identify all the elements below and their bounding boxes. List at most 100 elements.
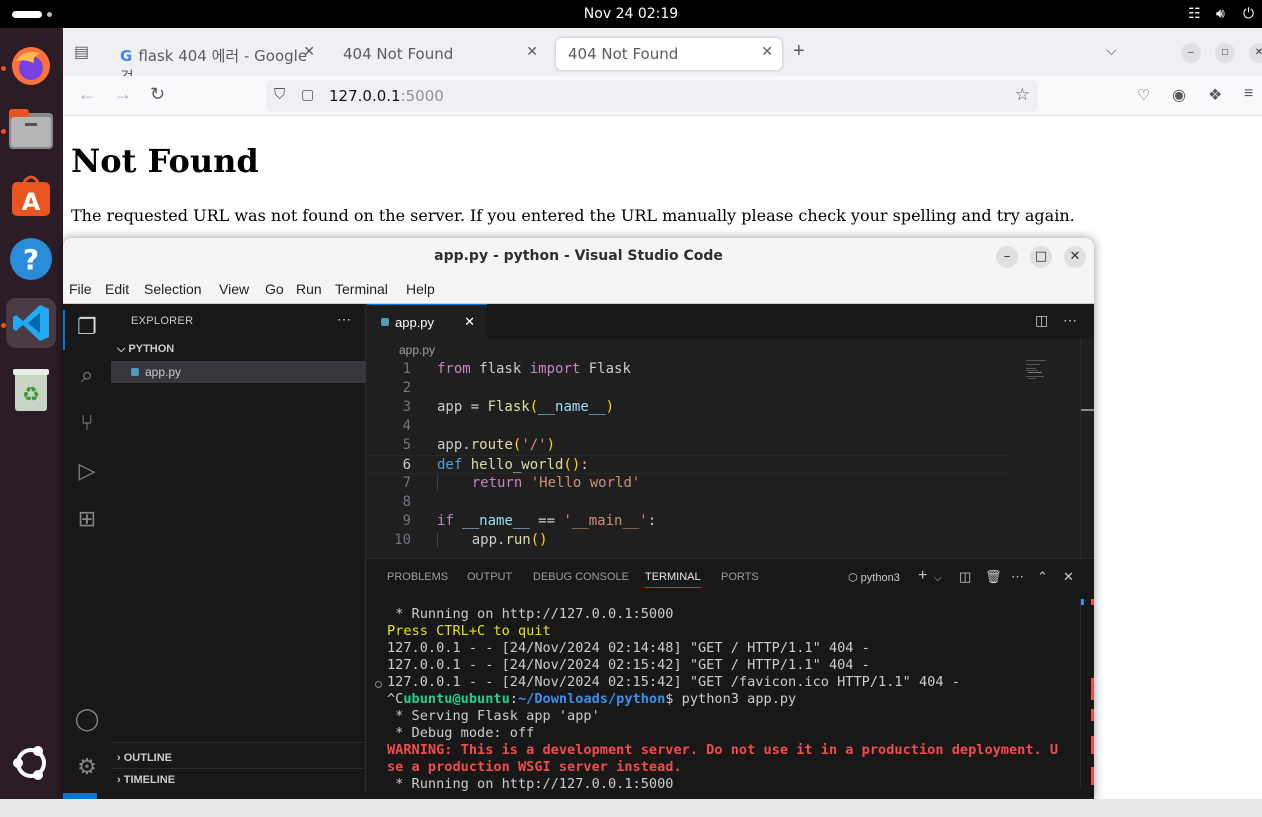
editor-tab-app-py[interactable]: app.py ✕ [367, 304, 487, 339]
manage-gear-icon[interactable]: ⚙ [73, 754, 101, 782]
clock[interactable]: Nov 24 02:19 [0, 6, 1262, 22]
tab-strip: ▤ Gflask 404 에러 - Google 검 ✕ 404 Not Fou… [63, 28, 1262, 86]
chevron-down-icon[interactable]: ⌵ [934, 573, 942, 584]
help-icon[interactable]: ? [6, 234, 56, 284]
maximize-panel-icon[interactable]: ⌃ [1037, 569, 1048, 585]
tab-debug-console[interactable]: DEBUG CONSOLE [533, 571, 629, 583]
menu-help[interactable]: Help [406, 281, 435, 297]
tab-google-search[interactable]: Gflask 404 에러 - Google 검 ✕ [108, 38, 324, 86]
search-icon[interactable]: ⌕ [73, 362, 101, 390]
prompt-sep: : [509, 691, 518, 707]
code-line: 3 app = Flask(__name__) [367, 398, 1007, 417]
url-text[interactable]: 127.0.0.1:5000 [329, 87, 444, 105]
breadcrumb[interactable]: app.py [383, 343, 435, 357]
tab-404-active[interactable]: 404 Not Found ✕ [556, 38, 782, 70]
pocket-icon[interactable]: ♡ [1137, 86, 1150, 104]
account-icon[interactable]: ◉ [1172, 85, 1186, 105]
more-actions-icon[interactable]: ⋯ [1063, 312, 1077, 329]
minimize-button[interactable]: – [996, 246, 1018, 268]
reload-icon[interactable]: ↻ [150, 84, 165, 105]
menu-file[interactable]: File [69, 281, 92, 297]
tab-problems[interactable]: PROBLEMS [387, 571, 448, 583]
close-tab-icon[interactable]: ✕ [526, 44, 538, 60]
source-control-icon[interactable]: ⑂ [73, 410, 101, 438]
file-app-py[interactable]: app.py [111, 361, 366, 383]
extensions-icon[interactable]: ⊞ [73, 506, 101, 534]
power-icon[interactable]: ⏻ [1243, 5, 1254, 22]
split-terminal-icon[interactable]: ◫ [959, 569, 971, 585]
menu-icon[interactable]: ≡ [1244, 85, 1253, 103]
split-editor-icon[interactable]: ◫ [1035, 312, 1048, 329]
maximize-button[interactable]: □ [1030, 246, 1052, 268]
run-debug-icon[interactable]: ▷ [73, 458, 101, 486]
url-bar[interactable]: ⛉ ▢ 127.0.0.1:5000 ☆ [266, 80, 1038, 112]
terminal-scrollbar[interactable] [1080, 599, 1094, 789]
line-number: 7 [402, 475, 411, 491]
terminal-line: Press CTRL+C to quit [387, 623, 551, 639]
vscode-window: app.py - python - Visual Studio Code – □… [63, 238, 1094, 799]
back-icon[interactable]: ← [78, 84, 96, 105]
command-decoration-icon[interactable] [375, 681, 382, 688]
timeline-section[interactable]: › TIMELINE [117, 774, 175, 786]
vscode-titlebar: app.py - python - Visual Studio Code – □… [63, 238, 1094, 274]
maximize-button[interactable]: □ [1215, 43, 1235, 63]
code-view[interactable]: 1 from flask import Flask 2 3 app = Flask(… [367, 360, 1007, 550]
show-apps-icon[interactable] [6, 738, 56, 788]
code-line: 8 [367, 493, 1007, 512]
terminal-output[interactable]: * Running on http://127.0.0.1:5000 Press… [387, 606, 1077, 793]
network-icon[interactable]: ☷ [1188, 5, 1201, 22]
volume-icon[interactable]: 🔊︎ [1216, 5, 1225, 22]
tab-ports[interactable]: PORTS [721, 571, 759, 583]
more-actions-icon[interactable]: ⋯ [1011, 569, 1024, 585]
svg-text:?: ? [23, 243, 39, 276]
trash-icon[interactable]: ♻ [6, 364, 56, 414]
extensions-icon[interactable]: ❖ [1208, 85, 1222, 105]
close-window-button[interactable]: ✕ [1249, 43, 1262, 63]
shield-icon[interactable]: ⛉ [274, 86, 285, 103]
folder-python[interactable]: ⌵ PYTHON [117, 343, 174, 356]
minimap[interactable] [1026, 360, 1066, 400]
bookmark-star-icon[interactable]: ☆ [1015, 85, 1030, 105]
more-actions-icon[interactable]: ⋯ [337, 311, 351, 328]
menu-go[interactable]: Go [265, 281, 284, 297]
trash-icon[interactable]: 🗑︎ [985, 569, 1002, 585]
terminal-line: 127.0.0.1 - - [24/Nov/2024 02:14:48] "GE… [387, 640, 870, 656]
close-tab-icon[interactable]: ✕ [464, 314, 475, 330]
menu-run[interactable]: Run [296, 281, 322, 297]
menu-view[interactable]: View [219, 281, 249, 297]
accounts-icon[interactable]: ◯ [73, 706, 101, 734]
minimize-button[interactable]: – [1181, 43, 1201, 63]
close-tab-icon[interactable]: ✕ [761, 44, 773, 60]
tab-output[interactable]: OUTPUT [467, 571, 512, 583]
new-terminal-icon[interactable]: + [918, 567, 927, 585]
menu-terminal[interactable]: Terminal [335, 281, 388, 297]
files-icon[interactable] [6, 104, 56, 154]
forward-icon[interactable]: → [114, 84, 132, 105]
firefox-icon[interactable] [6, 41, 56, 91]
app-center-icon[interactable]: A [6, 170, 56, 220]
close-window-button[interactable]: ✕ [1064, 246, 1086, 268]
tab-terminal[interactable]: TERMINAL [645, 571, 701, 588]
google-icon: G [120, 47, 133, 65]
vscode-icon[interactable] [6, 298, 56, 348]
close-tab-icon[interactable]: ✕ [303, 44, 315, 60]
outline-section[interactable]: › OUTLINE [117, 752, 172, 764]
activity-bar: ❐ ⌕ ⑂ ▷ ⊞ ◯ ⚙ [63, 304, 111, 799]
svg-text:A: A [22, 188, 41, 216]
explorer-icon[interactable]: ❐ [73, 314, 101, 342]
list-tabs-icon[interactable]: ⌵ [1106, 42, 1117, 59]
divider [111, 768, 366, 769]
code-line: 7 return 'Hello world' [367, 474, 1007, 493]
url-host: 127.0.0.1 [329, 87, 401, 105]
terminal-shell-selector[interactable]: ⬡ python3 [848, 571, 900, 584]
prompt-user: ubuntu@ubuntu [403, 691, 510, 707]
menu-selection[interactable]: Selection [144, 281, 202, 297]
page-info-icon[interactable]: ▢ [301, 86, 314, 103]
editor-scrollbar[interactable] [1080, 339, 1094, 558]
menu-edit[interactable]: Edit [105, 281, 129, 297]
new-tab-button[interactable]: + [793, 40, 805, 63]
firefox-view-icon[interactable]: ▤ [74, 42, 89, 62]
close-panel-icon[interactable]: ✕ [1063, 569, 1074, 585]
terminal-warning-line: WARNING: This is a development server. D… [387, 742, 1059, 758]
tab-404-first[interactable]: 404 Not Found ✕ [331, 38, 547, 70]
